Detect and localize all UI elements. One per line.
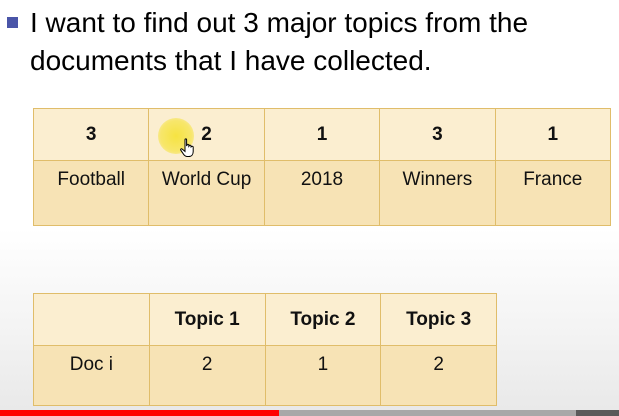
value-cell: 1: [264, 345, 382, 406]
hand-pointer-icon: [180, 138, 194, 157]
table-header-row: Topic 1 Topic 2 Topic 3: [33, 293, 497, 346]
row-label-cell: Doc i: [33, 345, 150, 406]
lecture-slide: I want to find out 3 major topics from t…: [0, 0, 619, 416]
value-cell: 2: [148, 345, 266, 406]
count-cell: 1: [494, 108, 612, 161]
header-cell: Topic 1: [148, 293, 266, 346]
word-cell: France: [494, 160, 612, 226]
bullet-square-icon: [7, 17, 18, 28]
table-row: Football World Cup 2018 Winners France: [32, 160, 612, 226]
video-buffered-bar: [279, 410, 576, 416]
doc-topic-table: Topic 1 Topic 2 Topic 3 Doc i 2 1 2: [33, 293, 497, 406]
header-cell: Topic 2: [264, 293, 382, 346]
bullet-text: I want to find out 3 major topics from t…: [30, 7, 529, 76]
count-cell: 1: [263, 108, 381, 161]
value-cell: 2: [380, 345, 497, 406]
word-cell: World Cup: [148, 160, 265, 226]
word-cell: Football: [32, 160, 150, 226]
header-cell: Topic 3: [380, 293, 497, 346]
header-cell-empty: [33, 293, 150, 346]
video-played-bar[interactable]: [0, 410, 279, 416]
bullet-point: I want to find out 3 major topics from t…: [7, 4, 619, 80]
count-cell: 3: [379, 108, 496, 161]
word-cell: Winners: [379, 160, 496, 226]
table-row: Doc i 2 1 2: [33, 345, 497, 406]
word-cell: 2018: [263, 160, 381, 226]
word-count-table: 3 2 1 3 1 Football World Cup 2018 Winner…: [32, 108, 612, 226]
table-row: 3 2 1 3 1: [32, 108, 612, 161]
count-cell: 3: [32, 108, 150, 161]
